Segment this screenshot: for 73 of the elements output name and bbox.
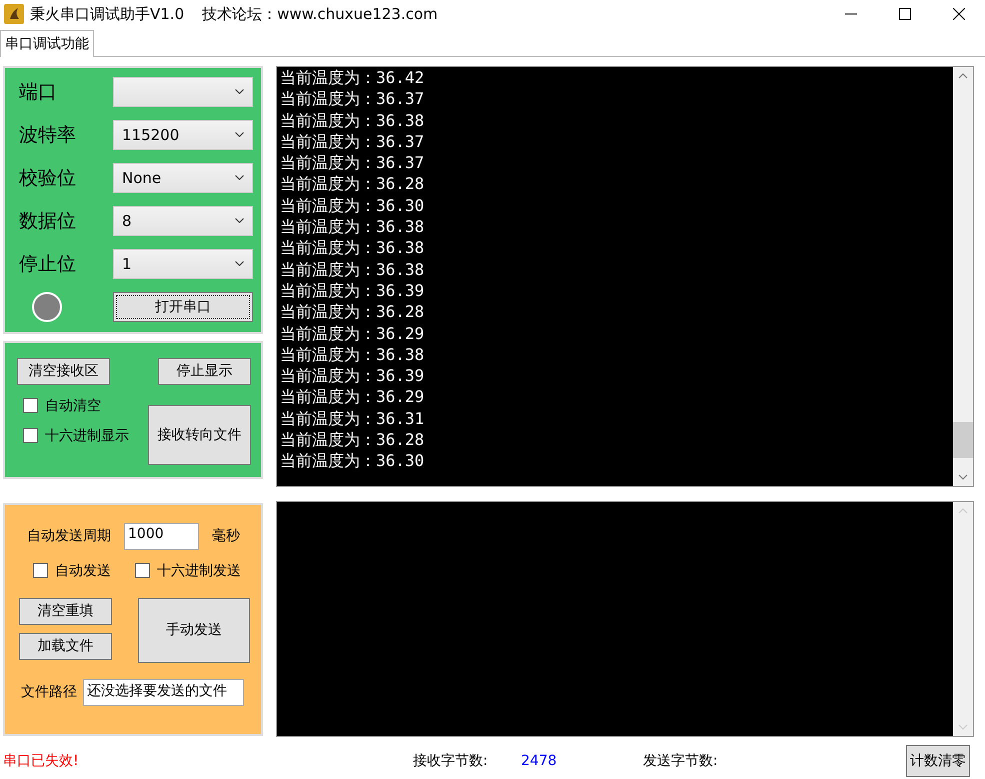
manual-send-button[interactable]: 手动发送	[138, 598, 250, 663]
status-message: 串口已失效!	[3, 752, 80, 770]
checkbox[interactable]	[33, 563, 48, 578]
app-logo-icon	[4, 4, 24, 24]
close-icon[interactable]	[953, 8, 965, 20]
period-label: 自动发送周期	[27, 527, 111, 546]
load-file-button[interactable]: 加载文件	[19, 632, 112, 660]
clear-refill-button[interactable]: 清空重填	[19, 598, 112, 625]
dropdown[interactable]: 1	[113, 248, 253, 279]
log-line: 当前温度为：36.39	[280, 365, 426, 386]
path-label: 文件路径	[21, 683, 77, 702]
log-line: 当前温度为：36.38	[280, 258, 426, 280]
log-line: 当前温度为：36.29	[280, 386, 426, 408]
chevron-up-icon	[958, 72, 968, 79]
field-label: 波特率	[19, 122, 76, 148]
checkbox[interactable]	[135, 563, 150, 578]
log-line: 当前温度为：36.31	[280, 408, 426, 429]
chevron-down-icon	[235, 175, 244, 180]
send-area[interactable]	[276, 500, 974, 737]
file-path-field[interactable]: 还没选择要发送的文件	[83, 678, 244, 706]
log-line: 当前温度为：36.29	[280, 322, 426, 344]
field-label: 端口	[19, 80, 57, 105]
checkbox[interactable]	[23, 398, 38, 414]
log-line: 当前温度为：36.38	[280, 110, 426, 131]
received-count-label: 接收字节数:	[413, 752, 489, 770]
chevron-down-icon	[958, 724, 968, 730]
chevron-down-icon	[235, 261, 244, 266]
sent-count-label: 发送字节数:	[643, 752, 718, 770]
checkbox-label: 十六进制发送	[157, 562, 241, 580]
log-line: 当前温度为：36.38	[280, 237, 426, 259]
log-line: 当前温度为：36.37	[280, 88, 426, 110]
log-line: 当前温度为：36.38	[280, 216, 426, 238]
tab[interactable]: 串口调试功能	[0, 30, 94, 57]
period-input[interactable]: 1000	[124, 522, 199, 550]
checkbox[interactable]	[23, 428, 38, 444]
log-line: 当前温度为：36.37	[280, 130, 426, 152]
received-count: 2478	[521, 752, 558, 769]
field-label: 校验位	[19, 166, 76, 191]
receive-area[interactable]	[276, 66, 974, 487]
checkbox-label: 自动发送	[55, 562, 111, 580]
log-line: 当前温度为：36.39	[280, 280, 426, 302]
dropdown[interactable]: None	[113, 162, 253, 193]
field-label: 停止位	[19, 252, 76, 277]
scrollbar[interactable]	[953, 502, 973, 736]
period-unit: 毫秒	[212, 527, 240, 546]
checkbox-label: 自动清空	[45, 396, 101, 415]
stop-display-button[interactable]: 停止显示	[158, 358, 251, 385]
field-label: 数据位	[19, 208, 76, 234]
chevron-up-icon	[958, 508, 968, 514]
window-title: 秉火串口调试助手V1.0	[30, 4, 184, 24]
chevron-down-icon	[958, 474, 968, 480]
chevron-down-icon	[235, 89, 244, 94]
reset-count-button[interactable]: 计数清零	[906, 744, 970, 777]
log-line: 当前温度为：36.37	[280, 152, 426, 174]
log-line: 当前温度为：36.28	[280, 173, 426, 195]
open-port-button[interactable]: 打开串口	[113, 292, 253, 322]
scrollbar[interactable]	[953, 66, 973, 486]
log-line: 当前温度为：36.30	[280, 450, 426, 472]
maximize-icon[interactable]	[899, 8, 911, 20]
log-line: 当前温度为：36.42	[280, 66, 426, 88]
clear-receive-button[interactable]: 清空接收区	[17, 358, 110, 385]
checkbox-label: 十六进制显示	[45, 426, 129, 445]
chevron-down-icon	[235, 218, 244, 224]
log-line: 当前温度为：36.28	[280, 429, 426, 450]
log-line: 当前温度为：36.28	[280, 301, 426, 323]
scrollbar-thumb[interactable]	[953, 422, 973, 458]
dropdown[interactable]: 8	[113, 206, 253, 236]
chevron-down-icon	[235, 132, 244, 138]
log-line: 当前温度为：36.30	[280, 194, 426, 216]
log-line: 当前温度为：36.38	[280, 344, 426, 366]
window-subtitle: 技术论坛：www.chuxue123.com	[202, 4, 438, 24]
receive-to-file-button[interactable]: 接收转向文件	[148, 404, 251, 465]
dropdown[interactable]: 115200	[113, 120, 253, 150]
